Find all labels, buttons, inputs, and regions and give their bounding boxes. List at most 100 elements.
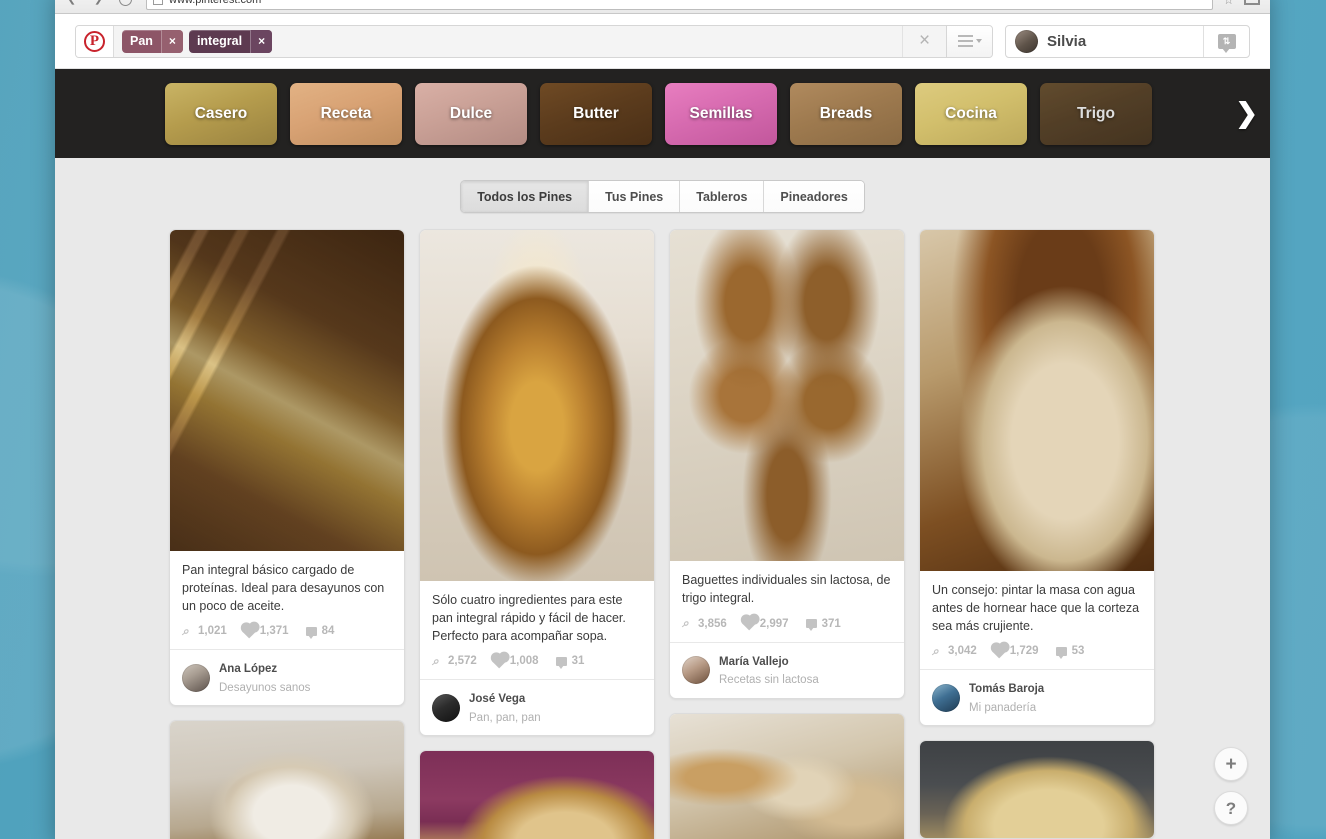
like-stat: 1,008 [491,653,539,669]
filter-list-icon[interactable] [946,25,992,57]
pin-photo-baguettes-rustic[interactable] [170,230,404,551]
category-tile-receta[interactable]: Receta [290,82,402,145]
pin-stats: ⌕ 1,021 1,371 84 [182,623,392,649]
search-bar[interactable]: P Pan × integral × × [75,24,993,58]
pin-user-name[interactable]: José Vega [469,693,525,705]
pin-footer[interactable]: Tomás Baroja Mi panadería [920,669,1154,725]
avatar [932,683,960,712]
pin-photo-country-loaves[interactable] [670,713,904,839]
pin-column: Baguettes individuales sin lactosa, de t… [669,229,905,839]
category-strip: Casero Receta Dulce Butter Semillas Brea… [55,69,1270,158]
remove-token-icon[interactable]: × [160,29,183,53]
category-tile-dulce[interactable]: Dulce [415,82,527,145]
pin-footer[interactable]: José Vega Pan, pan, pan [420,679,654,735]
pin-user-name[interactable]: Tomás Baroja [969,683,1044,695]
category-tile-cocina[interactable]: Cocina [915,82,1027,145]
heart-icon [241,623,257,639]
user-menu[interactable]: Silvia ⇅ [1005,24,1250,58]
tab-todos-los-pines[interactable]: Todos los Pines [461,181,590,212]
category-tile-butter[interactable]: Butter [540,82,652,145]
messages-button[interactable]: ⇅ [1203,25,1249,57]
avatar [182,663,210,692]
repin-count: 1,021 [198,625,227,638]
pin-stats: ⌕ 2,572 1,008 31 [432,653,642,679]
pin-card[interactable] [669,712,905,839]
pin-photo-rolls-tray[interactable] [670,230,904,561]
pin-board-name[interactable]: Mi panadería [969,702,1036,714]
pin-board-name[interactable]: Desayunos sanos [219,682,310,694]
pin-card[interactable] [419,750,655,839]
search-token-label: integral [196,34,243,48]
user-profile-button[interactable]: Silvia [1006,26,1203,57]
url-bar[interactable]: www.pinterest.com [146,0,1214,10]
pin-card[interactable] [919,740,1155,839]
comment-stat: 84 [305,625,334,639]
pin-board-name[interactable]: Recetas sin lactosa [719,674,819,686]
category-tile-trigo[interactable]: Trigo [1040,82,1152,145]
category-rail: Casero Receta Dulce Butter Semillas Brea… [165,82,1152,145]
repin-icon: ⌕ [432,653,439,668]
pin-card[interactable]: Sólo cuatro ingredientes para este pan i… [419,229,655,737]
pin-description: Sólo cuatro ingredientes para este pan i… [432,593,626,643]
pin-footer[interactable]: María Vallejo Recetas sin lactosa [670,641,904,698]
pin-body: Baguettes individuales sin lactosa, de t… [670,561,904,642]
category-label: Dulce [449,104,493,122]
category-tile-casero[interactable]: Casero [165,82,277,145]
add-pin-button[interactable]: + [1214,747,1248,781]
heart-icon [741,615,757,631]
pin-card[interactable]: Baguettes individuales sin lactosa, de t… [669,229,905,699]
back-arrow-icon[interactable]: ❮ [65,0,78,6]
chevron-down-icon [975,39,982,43]
search-token-integral[interactable]: integral × [188,29,273,53]
pin-stats: ⌕ 3,042 1,729 53 [932,643,1142,669]
remove-token-icon[interactable]: × [250,29,273,53]
category-tile-breads[interactable]: Breads [790,82,902,145]
repin-icon: ⌕ [682,616,689,630]
category-fade-overlay [1174,69,1234,158]
category-tile-semillas[interactable]: Semillas [665,82,777,145]
pin-description: Un consejo: pintar la masa con agua ante… [932,583,1140,633]
category-label: Receta [320,104,372,122]
like-count: 1,008 [509,655,539,668]
pin-photo-dusted-boule[interactable] [170,721,404,839]
search-tokens[interactable]: Pan × integral × [114,26,902,57]
repin-icon: ⌕ [932,643,939,658]
pinterest-logo-icon: P [84,30,105,52]
pin-user-name[interactable]: Ana López [219,663,277,675]
forward-arrow-icon[interactable]: ❯ [92,0,105,6]
comment-count: 371 [821,617,841,630]
comment-stat: 31 [555,655,584,669]
bookmark-star-icon[interactable]: ☆ [1223,0,1234,7]
pin-card[interactable]: Un consejo: pintar la masa con agua ante… [919,229,1155,727]
tab-bar: Todos los Pines Tus Pines Tableros Pinea… [55,158,1270,213]
category-label: Cocina [945,104,997,122]
reload-icon[interactable] [119,0,132,6]
pinterest-logo-button[interactable]: P [76,25,114,57]
tab-pineadores[interactable]: Pineadores [764,181,864,212]
tab-tableros[interactable]: Tableros [680,181,765,212]
pin-photo-sliced-loaf[interactable] [920,230,1154,571]
avatar [682,656,710,685]
pin-attribution: José Vega Pan, pan, pan [469,689,541,726]
window-icon[interactable] [1244,0,1260,5]
repin-icon: ⌕ [182,623,189,638]
help-button[interactable]: ? [1214,791,1248,825]
pin-card[interactable]: Pan integral básico cargado de proteínas… [169,229,405,707]
tab-tus-pines[interactable]: Tus Pines [589,181,681,212]
pin-card[interactable] [169,720,405,839]
search-token-pan[interactable]: Pan × [122,29,183,53]
comment-icon [1055,646,1067,659]
messages-bubble-icon: ⇅ [1217,33,1236,53]
pin-board-name[interactable]: Pan, pan, pan [469,712,541,724]
pin-photo-oat-topped[interactable] [920,741,1154,839]
like-stat: 1,729 [991,643,1039,659]
clear-search-icon[interactable]: × [902,25,946,57]
pin-user-name[interactable]: María Vallejo [719,656,789,668]
site-header: P Pan × integral × × Silvia ⇅ [55,14,1270,69]
pin-description: Pan integral básico cargado de proteínas… [182,563,385,613]
pin-footer[interactable]: Ana López Desayunos sanos [170,649,404,705]
pin-photo-purple-bread[interactable] [420,751,654,839]
pin-photo-seeded-loaf[interactable] [420,230,654,581]
page-favicon-icon [153,0,163,5]
repin-count: 3,856 [698,617,727,630]
